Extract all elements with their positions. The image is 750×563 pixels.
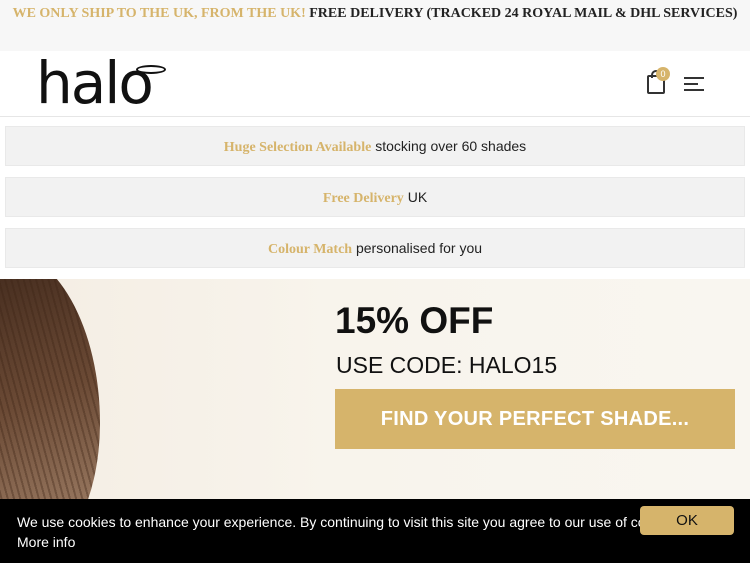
cookie-bar: We use cookies to enhance your experienc… bbox=[0, 499, 750, 563]
cookie-message: We use cookies to enhance your experienc… bbox=[17, 514, 683, 530]
shipping-banner-highlight: WE ONLY SHIP TO THE UK, FROM THE UK! bbox=[12, 6, 306, 21]
logo[interactable]: halo bbox=[36, 54, 154, 112]
hero-banner: 15% OFF USE CODE: HALO15 FIND YOUR PERFE… bbox=[0, 279, 750, 499]
usp-selection: Huge Selection Available stocking over 6… bbox=[5, 126, 745, 166]
shipping-banner-text: FREE DELIVERY (TRACKED 24 ROYAL MAIL & D… bbox=[309, 6, 738, 21]
more-info-link[interactable]: More info bbox=[17, 532, 75, 552]
logo-halo-ring bbox=[136, 65, 166, 74]
usp-colour-match: Colour Match personalised for you bbox=[5, 228, 745, 268]
hero-hair-image bbox=[0, 279, 100, 499]
promo-code: USE CODE: HALO15 bbox=[336, 352, 558, 378]
cookie-ok-button[interactable]: OK bbox=[640, 506, 734, 535]
site-header: halo 0 bbox=[0, 51, 750, 117]
cart-count-badge[interactable]: 0 bbox=[656, 67, 670, 81]
usp-highlight: Free Delivery bbox=[322, 191, 404, 206]
menu-icon[interactable] bbox=[684, 77, 704, 91]
usp-text: UK bbox=[407, 189, 428, 205]
usp-highlight: Huge Selection Available bbox=[223, 140, 372, 155]
usp-delivery: Free Delivery UK bbox=[5, 177, 745, 217]
find-shade-button[interactable]: FIND YOUR PERFECT SHADE... bbox=[335, 389, 735, 449]
usp-highlight: Colour Match bbox=[267, 242, 353, 257]
usp-text: personalised for you bbox=[355, 240, 483, 256]
usp-text: stocking over 60 shades bbox=[375, 138, 527, 154]
shipping-banner: WE ONLY SHIP TO THE UK, FROM THE UK! FRE… bbox=[0, 0, 750, 51]
promo-title: 15% OFF bbox=[335, 300, 494, 341]
